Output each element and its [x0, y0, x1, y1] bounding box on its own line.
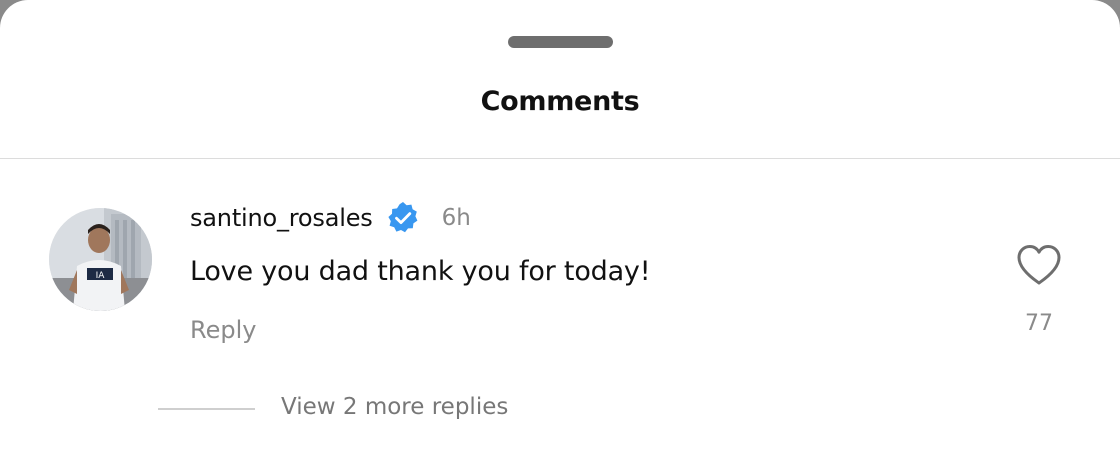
- comment-text: Love you dad thank you for today!: [190, 256, 651, 287]
- comment-timestamp: 6h: [441, 205, 471, 231]
- avatar[interactable]: IA: [49, 208, 152, 311]
- sheet-title: Comments: [480, 86, 640, 117]
- reply-button[interactable]: Reply: [190, 316, 256, 344]
- view-more-replies-button[interactable]: View 2 more replies: [281, 394, 508, 420]
- heart-outline-icon[interactable]: [1015, 243, 1063, 287]
- replies-divider-line: [158, 408, 255, 410]
- header-divider: [0, 158, 1120, 159]
- svg-text:IA: IA: [96, 271, 106, 281]
- comments-sheet: Comments IA santino_rosales 6h Love you …: [0, 0, 1120, 466]
- avatar-photo: IA: [49, 208, 152, 311]
- verified-badge-icon: [385, 200, 421, 236]
- like-count: 77: [1025, 311, 1053, 336]
- comment-header: santino_rosales 6h: [190, 201, 471, 235]
- drag-handle[interactable]: [508, 36, 613, 48]
- comment-username[interactable]: santino_rosales: [190, 204, 373, 232]
